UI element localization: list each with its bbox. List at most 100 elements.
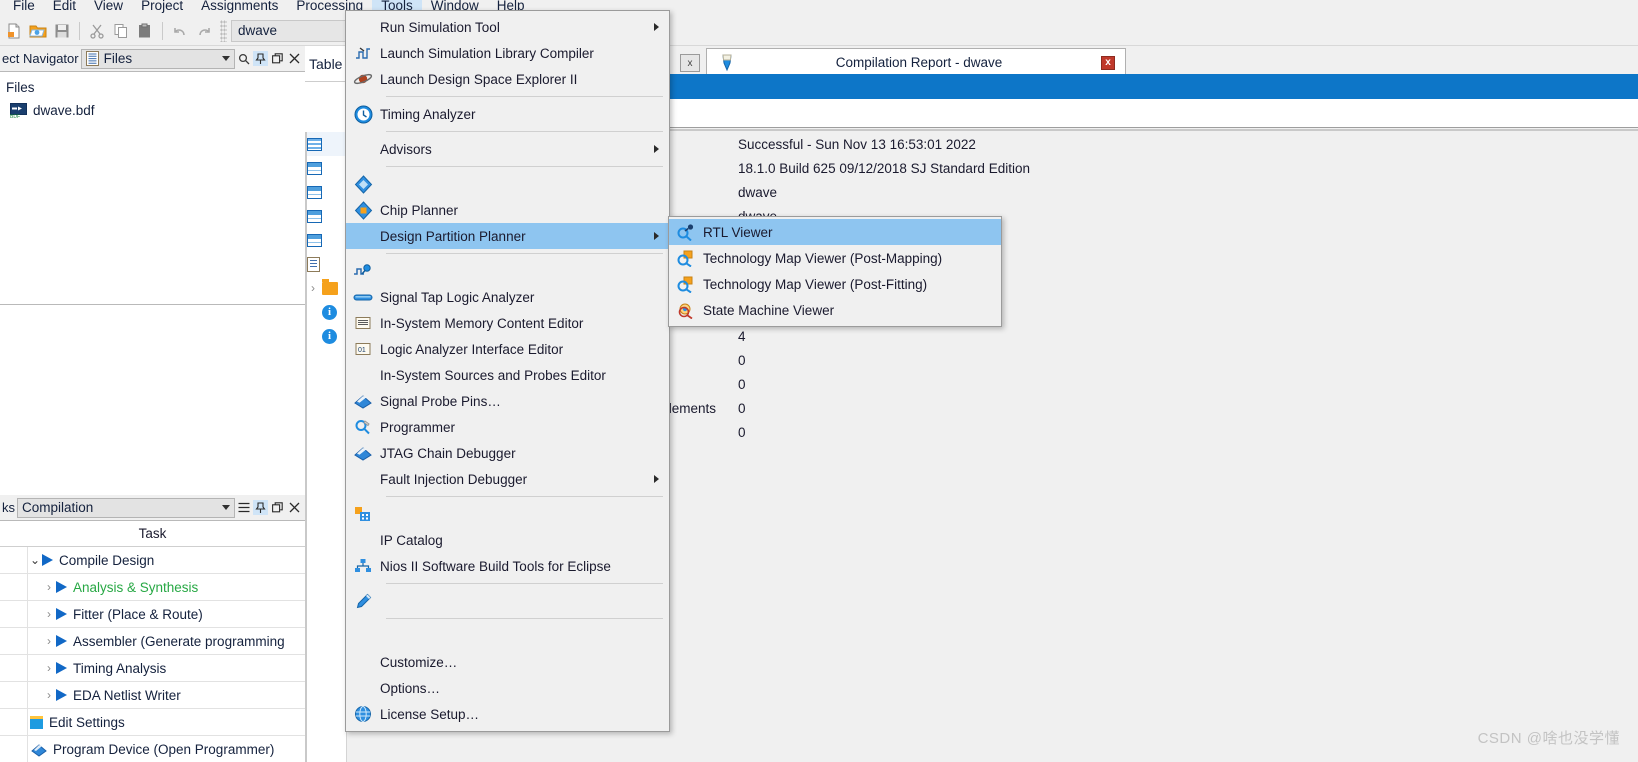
report-rail-item-1[interactable]: [305, 156, 346, 180]
tab-square-button[interactable]: x: [680, 54, 700, 72]
restore-icon[interactable]: [270, 51, 285, 66]
task-row-analysis-synthesis[interactable]: › Analysis & Synthesis: [0, 574, 305, 601]
menu-item-nios-ii-software-build-tools-for-eclipse[interactable]: IP Catalog: [346, 527, 669, 553]
restore-icon[interactable]: [270, 500, 285, 515]
tasks-flow-select[interactable]: Compilation: [17, 497, 235, 518]
task-row-compile-design[interactable]: ⌄ Compile Design: [0, 547, 305, 574]
copy-icon[interactable]: [109, 19, 133, 43]
chevron-right-icon[interactable]: ›: [42, 661, 56, 675]
task-row-assembler[interactable]: › Assembler (Generate programming: [0, 628, 305, 655]
menu-bar: File Edit View Project Assignments Proce…: [0, 0, 1638, 16]
search-icon[interactable]: [236, 51, 251, 66]
menu-item-launch-design-space-explorer-ii[interactable]: Launch Design Space Explorer II: [346, 66, 669, 92]
menu-item-run-simulation-tool[interactable]: Run Simulation Tool: [346, 14, 669, 40]
table-icon: [307, 209, 322, 223]
menu-view[interactable]: View: [85, 0, 132, 15]
task-row-fitter[interactable]: › Fitter (Place & Route): [0, 601, 305, 628]
techmap-icon: [669, 250, 703, 267]
new-file-icon[interactable]: [2, 19, 26, 43]
report-rail-item-6[interactable]: ›: [305, 276, 346, 300]
menu-item-launch-simulation-library-compiler[interactable]: Launch Simulation Library Compiler: [346, 40, 669, 66]
cut-icon[interactable]: [85, 19, 109, 43]
menu-assignments[interactable]: Assignments: [192, 0, 287, 15]
paste-icon[interactable]: [133, 19, 157, 43]
menu-item-rtl-viewer[interactable]: RTL Viewer: [669, 219, 1001, 245]
save-icon[interactable]: [50, 19, 74, 43]
menu-item-signal-probe-pins[interactable]: In-System Sources and Probes Editor: [346, 362, 669, 388]
play-icon[interactable]: [42, 554, 53, 566]
menu-item-label: Launch Design Space Explorer II: [380, 71, 578, 87]
menu-item-logic-analyzer-interface-editor[interactable]: In-System Memory Content Editor: [346, 310, 669, 336]
menu-item-fault-injection-debugger[interactable]: JTAG Chain Debugger: [346, 440, 669, 466]
report-rail-item-3[interactable]: [305, 204, 346, 228]
play-icon[interactable]: [56, 662, 67, 674]
tree-item-label: dwave.bdf: [33, 103, 95, 118]
list-icon[interactable]: [236, 500, 251, 515]
menu-item-in-system-sources-and-probes-editor[interactable]: 01 Logic Analyzer Interface Editor: [346, 336, 669, 362]
report-rail-item-7[interactable]: i: [305, 300, 346, 324]
menu-item-label: Programmer: [380, 419, 456, 435]
play-icon[interactable]: [56, 635, 67, 647]
menu-item-label: Technology Map Viewer (Post-Mapping): [703, 250, 943, 266]
tools-dropdown-menu: Run Simulation Tool Launch Simulation Li…: [345, 10, 670, 732]
tab-close-label: x: [1105, 57, 1111, 68]
toolbar-separator-2: [162, 21, 163, 40]
menu-item-in-system-memory-content-editor[interactable]: Signal Tap Logic Analyzer: [346, 284, 669, 310]
close-icon[interactable]: [287, 51, 302, 66]
task-row-program-device[interactable]: Program Device (Open Programmer): [0, 736, 305, 762]
menu-item-jtag-chain-debugger[interactable]: Programmer: [346, 414, 669, 440]
chevron-down-icon[interactable]: ⌄: [28, 553, 42, 567]
undo-icon[interactable]: [168, 19, 192, 43]
menu-item-signal-tap-logic-analyzer[interactable]: [346, 258, 669, 284]
menu-project[interactable]: Project: [132, 0, 192, 15]
menu-item-technology-map-viewer-post-mapping[interactable]: Technology Map Viewer (Post-Mapping): [669, 245, 1001, 271]
play-icon[interactable]: [56, 689, 67, 701]
play-icon[interactable]: [56, 608, 67, 620]
play-icon[interactable]: [56, 581, 67, 593]
menu-item-customize[interactable]: [346, 623, 669, 649]
pin-icon[interactable]: [253, 500, 268, 515]
task-row-timing-analysis[interactable]: › Timing Analysis: [0, 655, 305, 682]
menu-item-design-partition-planner[interactable]: Chip Planner: [346, 197, 669, 223]
task-row-edit-settings[interactable]: Edit Settings: [0, 709, 305, 736]
menu-item-state-machine-viewer[interactable]: State Machine Viewer: [669, 297, 1001, 323]
task-row-eda-netlist-writer[interactable]: › EDA Netlist Writer: [0, 682, 305, 709]
chevron-right-icon[interactable]: ›: [42, 688, 56, 702]
report-rail-item-4[interactable]: [305, 228, 346, 252]
chevron-right-icon[interactable]: ›: [307, 281, 319, 295]
tab-compilation-report[interactable]: Compilation Report - dwave x: [706, 48, 1126, 76]
chevron-down-icon[interactable]: [222, 505, 230, 510]
menu-item-technology-map-viewer-post-fitting[interactable]: Technology Map Viewer (Post-Fitting): [669, 271, 1001, 297]
menu-item-programmer[interactable]: Signal Probe Pins…: [346, 388, 669, 414]
menu-file[interactable]: File: [4, 0, 44, 15]
tree-root-files[interactable]: Files: [0, 76, 305, 99]
chevron-right-icon[interactable]: ›: [42, 580, 56, 594]
menu-item-advisors[interactable]: Advisors: [346, 136, 669, 162]
menu-item-install-devices[interactable]: License Setup…: [346, 701, 669, 727]
chevron-right-icon[interactable]: ›: [42, 607, 56, 621]
close-icon[interactable]: [287, 500, 302, 515]
menu-item-system-debugging-tools[interactable]: Fault Injection Debugger: [346, 466, 669, 492]
menu-item-tcl-scripts[interactable]: [346, 588, 669, 614]
report-rail-item-0[interactable]: [305, 132, 346, 156]
report-rail-item-8[interactable]: i: [305, 324, 346, 348]
menu-edit[interactable]: Edit: [44, 0, 85, 15]
redo-icon[interactable]: [192, 19, 216, 43]
chevron-down-icon[interactable]: [222, 56, 230, 61]
close-icon[interactable]: x: [1101, 55, 1115, 70]
menu-item-license-setup[interactable]: Options…: [346, 675, 669, 701]
toolbar-grip[interactable]: [220, 19, 227, 42]
report-rail-item-2[interactable]: [305, 180, 346, 204]
project-navigator-view-select[interactable]: Files: [80, 48, 235, 69]
menu-item-options[interactable]: Customize…: [346, 649, 669, 675]
menu-item-ip-catalog[interactable]: [346, 501, 669, 527]
chevron-right-icon[interactable]: ›: [42, 634, 56, 648]
menu-item-netlist-viewers[interactable]: Design Partition Planner: [346, 223, 669, 249]
pin-icon[interactable]: [253, 51, 268, 66]
menu-item-timing-analyzer[interactable]: Timing Analyzer: [346, 101, 669, 127]
menu-item-platform-designer[interactable]: Nios II Software Build Tools for Eclipse: [346, 553, 669, 579]
open-folder-icon[interactable]: [26, 19, 50, 43]
menu-item-chip-planner[interactable]: [346, 171, 669, 197]
report-rail-item-5[interactable]: [305, 252, 346, 276]
tree-item-dwave-bdf[interactable]: BDF dwave.bdf: [0, 99, 305, 122]
